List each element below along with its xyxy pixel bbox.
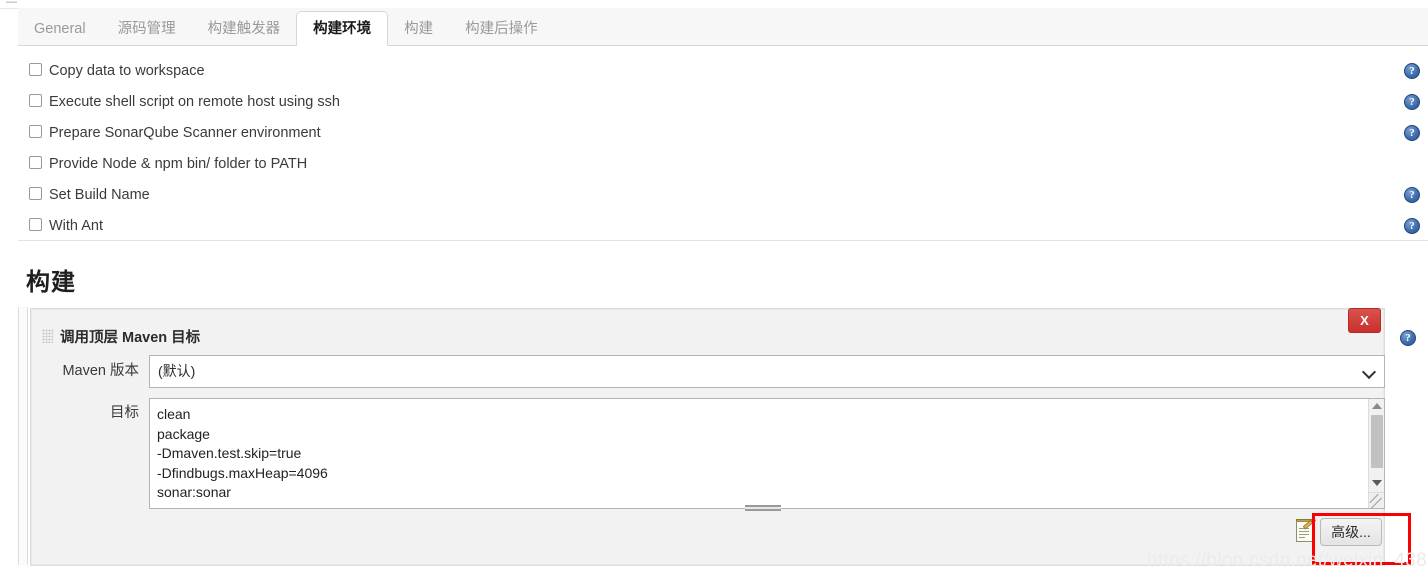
- build-env-option-label[interactable]: Prepare SonarQube Scanner environment: [49, 118, 321, 149]
- goals-textarea-value: clean package -Dmaven.test.skip=true -Df…: [157, 406, 328, 500]
- checkbox[interactable]: [29, 125, 42, 138]
- build-environment-option-list: Copy data to workspace Execute shell scri…: [0, 46, 1428, 238]
- tab-3[interactable]: 构建环境: [296, 11, 389, 47]
- goals-label: 目标: [110, 405, 139, 421]
- page-section-title: 构建: [26, 269, 76, 296]
- scroll-up-arrow-icon[interactable]: [1372, 403, 1382, 409]
- top-fragment-text: —: [6, 0, 18, 8]
- tab-4[interactable]: 构建: [388, 13, 449, 46]
- checkbox[interactable]: [29, 218, 42, 231]
- checkbox[interactable]: [29, 94, 42, 107]
- scroll-down-arrow-icon[interactable]: [1372, 480, 1382, 486]
- help-icon[interactable]: ?: [1404, 218, 1420, 234]
- help-icon[interactable]: ?: [1404, 63, 1420, 79]
- build-env-option-label[interactable]: Execute shell script on remote host usin…: [49, 87, 340, 118]
- checkbox[interactable]: [29, 187, 42, 200]
- build-env-option-label[interactable]: Copy data to workspace: [49, 56, 205, 87]
- tab-0[interactable]: General: [18, 13, 102, 46]
- goals-textarea[interactable]: clean package -Dmaven.test.skip=true -Df…: [149, 398, 1385, 509]
- build-env-option-label[interactable]: With Ant: [49, 211, 103, 242]
- delete-builder-button[interactable]: X: [1348, 308, 1381, 333]
- maven-version-value: (默认): [158, 363, 196, 379]
- build-env-option-label[interactable]: Set Build Name: [49, 180, 150, 211]
- help-icon[interactable]: ?: [1404, 187, 1420, 203]
- build-env-option-row: Copy data to workspace: [0, 56, 1428, 87]
- tab-1[interactable]: 源码管理: [102, 13, 192, 46]
- build-env-option-row: Execute shell script on remote host usin…: [0, 87, 1428, 118]
- tab-5[interactable]: 构建后操作: [449, 13, 554, 46]
- builder-inner-rail: [27, 307, 28, 565]
- builder-gutter: [19, 307, 27, 565]
- build-env-option-row: With Ant: [0, 211, 1428, 242]
- tab-2[interactable]: 构建触发器: [192, 13, 297, 46]
- notepad-line: [1299, 531, 1309, 532]
- build-env-option-row: Provide Node & npm bin/ folder to PATH: [0, 149, 1428, 180]
- help-icon[interactable]: ?: [1404, 125, 1420, 141]
- builder-drag-handle[interactable]: [42, 329, 53, 343]
- jenkins-job-config-page: — General 源码管理 构建触发器 构建环境 构建 构建后操作 Copy data …: [0, 0, 1428, 578]
- maven-version-label: Maven 版本: [62, 363, 139, 379]
- advanced-button[interactable]: 高级...: [1320, 518, 1382, 546]
- help-icon[interactable]: ?: [1400, 330, 1416, 346]
- chevron-down-icon: [1364, 366, 1374, 376]
- maven-version-select[interactable]: (默认): [149, 355, 1385, 388]
- checkbox[interactable]: [29, 63, 42, 76]
- checkbox[interactable]: [29, 156, 42, 169]
- section-divider: [18, 240, 1428, 241]
- builder-outer-rail: [18, 307, 19, 565]
- edit-notepad-icon[interactable]: [1296, 517, 1318, 543]
- textarea-resize-handle[interactable]: [1368, 492, 1384, 508]
- notepad-line: [1299, 537, 1305, 538]
- build-env-option-row: Set Build Name: [0, 180, 1428, 211]
- help-icon[interactable]: ?: [1404, 94, 1420, 110]
- notepad-line: [1299, 534, 1309, 535]
- page-bottom-fill: [0, 566, 1428, 578]
- builder-title: 调用顶层 Maven 目标: [60, 330, 201, 346]
- build-env-option-row: Prepare SonarQube Scanner environment: [0, 118, 1428, 149]
- scrollbar-thumb[interactable]: [1371, 415, 1383, 468]
- config-tab-bar: General 源码管理 构建触发器 构建环境 构建 构建后操作: [18, 8, 1428, 47]
- build-env-option-label[interactable]: Provide Node & npm bin/ folder to PATH: [49, 149, 307, 180]
- textarea-height-grip[interactable]: [745, 505, 781, 511]
